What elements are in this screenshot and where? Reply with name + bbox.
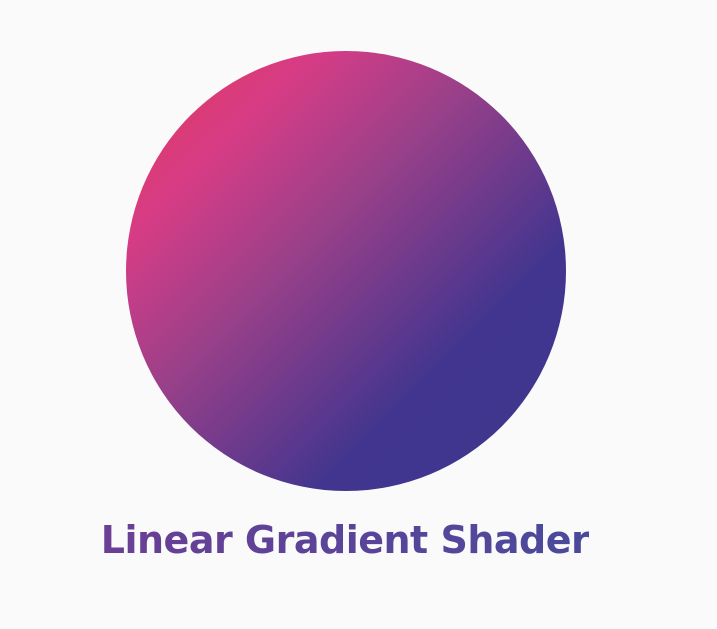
app-canvas: Linear Gradient Shader xyxy=(0,0,717,629)
linear-gradient-circle xyxy=(126,51,566,491)
caption-text: Linear Gradient Shader xyxy=(100,518,590,562)
caption: Linear Gradient Shader xyxy=(0,512,690,568)
